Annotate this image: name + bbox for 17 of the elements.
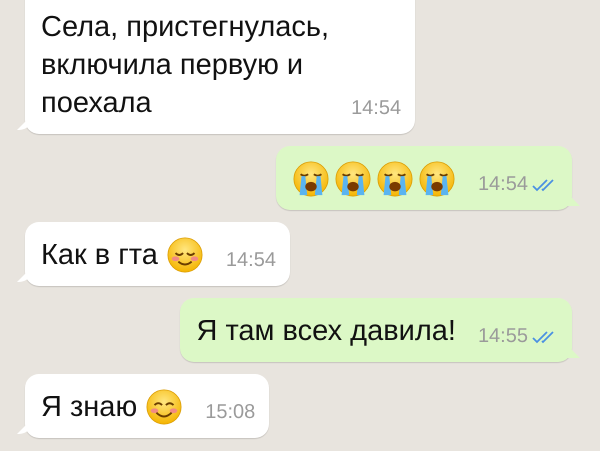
crying-face-icon [334, 160, 372, 198]
message-time: 14:54 [351, 97, 402, 121]
message-time: 15:08 [205, 401, 256, 425]
smiling-face-icon [166, 236, 204, 274]
message-text: Как в гта [41, 238, 158, 273]
message-text: Села, пристегнулась, [41, 10, 330, 45]
crying-face-icon [376, 160, 414, 198]
smiling-face-icon [145, 388, 184, 426]
message-time: 14:54 [478, 173, 528, 197]
crying-face-icon [292, 160, 330, 198]
message-time: 14:54 [226, 249, 276, 273]
message-text: поехала [41, 86, 153, 121]
message-time: 14:55 [478, 325, 528, 349]
message-text: включила первую и [41, 48, 304, 83]
message-text: Я знаю [41, 390, 138, 425]
message-text: Я там всех давила! [196, 314, 456, 349]
crying-face-icon [418, 160, 456, 198]
